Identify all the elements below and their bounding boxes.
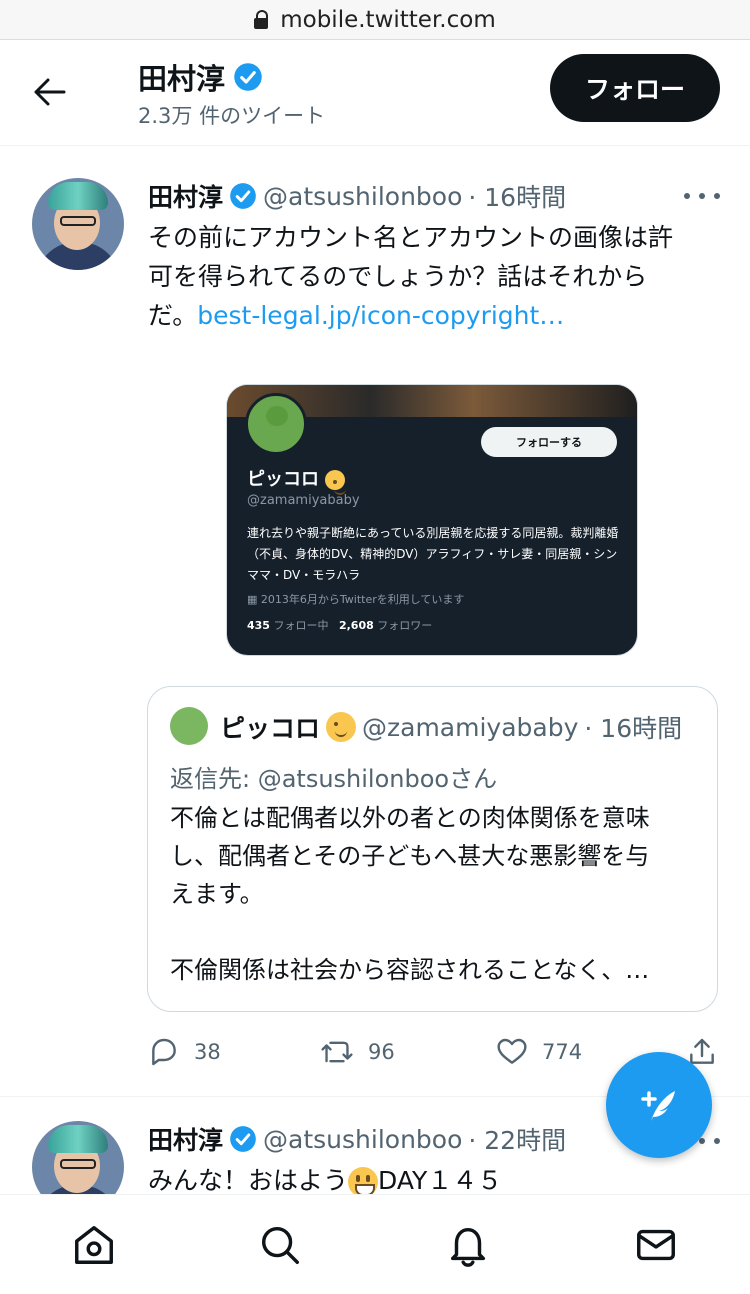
tweet-header: 田村淳 @atsushilonboo · 16時間: [148, 178, 566, 214]
reply-icon: [152, 1038, 176, 1066]
nav-home[interactable]: [70, 1221, 118, 1269]
image-profile-bio: 連れ去りや親子断絶にあっている別居親を応援する同居親。裁判離婚（不貞、身体的DV…: [247, 526, 619, 582]
wink-emoji-icon: [325, 470, 347, 495]
author-name[interactable]: 田村淳: [148, 1121, 223, 1157]
retweet-count: 96: [368, 1040, 395, 1064]
retweet-icon: [321, 1041, 353, 1063]
following-label: フォロー中: [273, 619, 329, 632]
verified-badge-icon: [234, 63, 262, 91]
tweet-text-suffix: DAY１４５: [378, 1166, 503, 1194]
tweet-text: その前にアカウント名とアカウントの画像は許 可を得られてるのでしょうか？話はそれ…: [148, 218, 708, 335]
more-button[interactable]: [684, 184, 720, 208]
url-text[interactable]: mobile.twitter.com: [280, 7, 496, 33]
search-icon: [261, 1226, 299, 1264]
image-profile-handle: @zamamiyababy: [247, 493, 360, 508]
tweet-text-prefix: みんな！おはよう: [148, 1166, 349, 1194]
tweet-text-line: 可を得られてるのでしょうか？話はそれから: [148, 262, 648, 291]
profile-name-text: 田村淳: [138, 62, 226, 96]
like-count: 774: [542, 1040, 583, 1064]
back-arrow-icon: [34, 78, 66, 106]
avatar[interactable]: [32, 178, 124, 270]
follow-button[interactable]: フォロー: [550, 54, 720, 122]
followers-count: 2,608: [338, 619, 374, 632]
smile-emoji-icon: [348, 1167, 379, 1194]
verified-badge-icon: [230, 183, 256, 209]
reply-count: 38: [194, 1040, 221, 1064]
notifications-icon: [450, 1227, 486, 1267]
author-handle[interactable]: @atsushilonboo: [263, 182, 462, 211]
author-name[interactable]: 田村淳: [148, 178, 223, 214]
quote-tweet[interactable]: ピッコロ @zamamiyababy · 16時間 返信先: @atsushil…: [147, 686, 718, 1012]
image-profile-name-text: ピッコロ: [247, 469, 319, 490]
calendar-icon: ▦: [247, 593, 261, 606]
image-profile-name: ピッコロ: [247, 465, 347, 495]
tweet-link[interactable]: best-legal.jp/icon-copyright…: [197, 301, 564, 330]
followers-label: フォロワー: [377, 619, 433, 632]
verified-badge-icon: [230, 1126, 256, 1152]
back-button[interactable]: [28, 70, 72, 114]
tweet-text-line: その前にアカウント名とアカウントの画像は許: [148, 223, 674, 252]
like-button[interactable]: 774: [496, 1036, 582, 1068]
browser-url-bar[interactable]: mobile.twitter.com: [0, 0, 750, 40]
bottom-navigation: [0, 1194, 750, 1294]
nav-search[interactable]: [256, 1221, 304, 1269]
like-icon: [497, 1038, 527, 1064]
tweet-time[interactable]: · 22時間: [468, 1121, 566, 1157]
reply-to: 返信先: @atsushilonbooさん: [170, 765, 498, 793]
tweet-text-line: だ。: [148, 301, 198, 330]
nav-messages[interactable]: [632, 1221, 680, 1269]
quote-avatar: [170, 707, 208, 745]
nav-notifications[interactable]: [444, 1221, 492, 1269]
attached-image[interactable]: フォローする ピッコロ @zamamiyababy 連れ去りや親子断絶にあってい…: [226, 384, 638, 656]
avatar[interactable]: [32, 1121, 124, 1194]
quote-text: 不倫とは配偶者以外の者との肉体関係を意味 し、配偶者とその子どもへ甚大な悪影響を…: [170, 799, 700, 989]
image-follow-button: フォローする: [481, 427, 617, 457]
tweet-header: 田村淳 @atsushilonboo · 22時間: [148, 1121, 566, 1157]
compose-tweet-button[interactable]: [606, 1052, 712, 1158]
quote-header: ピッコロ @zamamiyababy · 16時間: [220, 709, 682, 745]
following-count: 435: [247, 619, 270, 632]
tweet-count: 2.3万 件のツイート: [138, 104, 326, 128]
reply-button[interactable]: 38: [148, 1036, 221, 1068]
profile-header: 田村淳 2.3万 件のツイート フォロー: [0, 40, 750, 146]
retweet-button[interactable]: 96: [320, 1036, 395, 1068]
messages-icon: [637, 1229, 675, 1261]
author-handle[interactable]: @atsushilonboo: [263, 1125, 462, 1154]
quote-text-line: えます。: [170, 880, 264, 908]
lock-icon: [254, 9, 270, 30]
compose-icon: [641, 1091, 675, 1121]
image-follow-stats: 435 フォロー中 2,608 フォロワー: [247, 617, 432, 633]
tweet-time[interactable]: · 16時間: [468, 178, 566, 214]
quote-text-line: し、配偶者とその子どもへ甚大な悪影響を与: [170, 842, 650, 870]
home-icon: [75, 1226, 113, 1264]
piccolo-avatar: [245, 393, 307, 455]
quote-text-line: 不倫関係は社会から容認されることなく、…: [170, 956, 650, 984]
quote-time: · 16時間: [584, 714, 683, 743]
wink-emoji-icon: [326, 712, 357, 742]
profile-name: 田村淳: [138, 56, 263, 98]
quote-author-name: ピッコロ: [220, 714, 321, 743]
image-joined-date: ▦ 2013年6月からTwitterを利用しています: [247, 593, 465, 606]
quote-text-line: 不倫とは配偶者以外の者との肉体関係を意味: [170, 804, 650, 832]
more-icon: [684, 193, 690, 199]
tweet-text: みんな！おはよう DAY１４５: [148, 1161, 708, 1194]
quote-author-handle: @zamamiyababy: [362, 712, 579, 742]
